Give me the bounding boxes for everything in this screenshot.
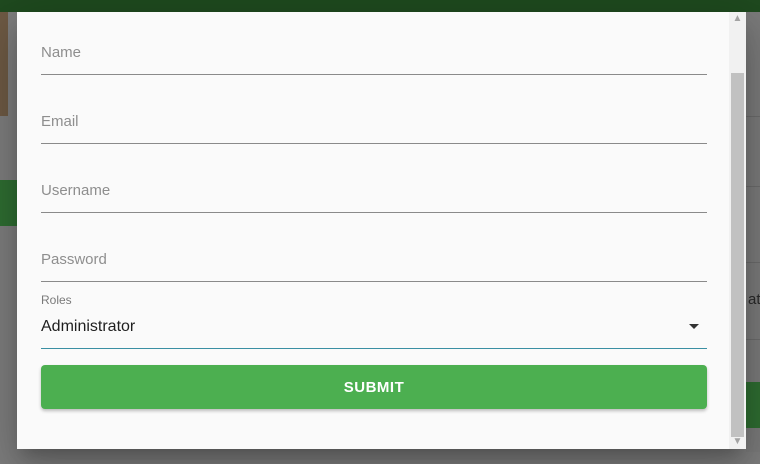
name-underline [41,74,707,75]
username-input[interactable] [41,176,707,204]
name-input[interactable] [41,38,707,66]
roles-select[interactable]: Roles Administrator [41,292,707,350]
chevron-down-icon[interactable]: ▼ [729,435,746,449]
background-green-block [0,180,17,226]
dialog-scrollbar[interactable]: ▲ ▼ [729,12,746,449]
background-row-divider [746,186,760,187]
chevron-up-icon[interactable]: ▲ [729,12,746,26]
background-cell-text: at [748,291,760,308]
background-row-divider [746,339,760,340]
scrollbar-thumb[interactable] [731,73,744,437]
roles-underline [41,348,707,349]
background-row-divider [746,116,760,117]
background-image [0,12,8,116]
username-underline [41,212,707,213]
dropdown-caret-icon [689,324,699,329]
email-input[interactable] [41,107,707,135]
background-row-divider [746,262,760,263]
background-header-bar [0,0,760,12]
email-underline [41,143,707,144]
submit-button[interactable]: SUBMIT [41,365,707,409]
background-green-button [746,382,760,428]
roles-label: Roles [41,293,72,307]
roles-selected-value: Administrator [41,318,136,335]
password-input[interactable] [41,245,707,273]
password-underline [41,281,707,282]
add-user-dialog: Roles Administrator SUBMIT ▲ ▼ [17,12,746,449]
